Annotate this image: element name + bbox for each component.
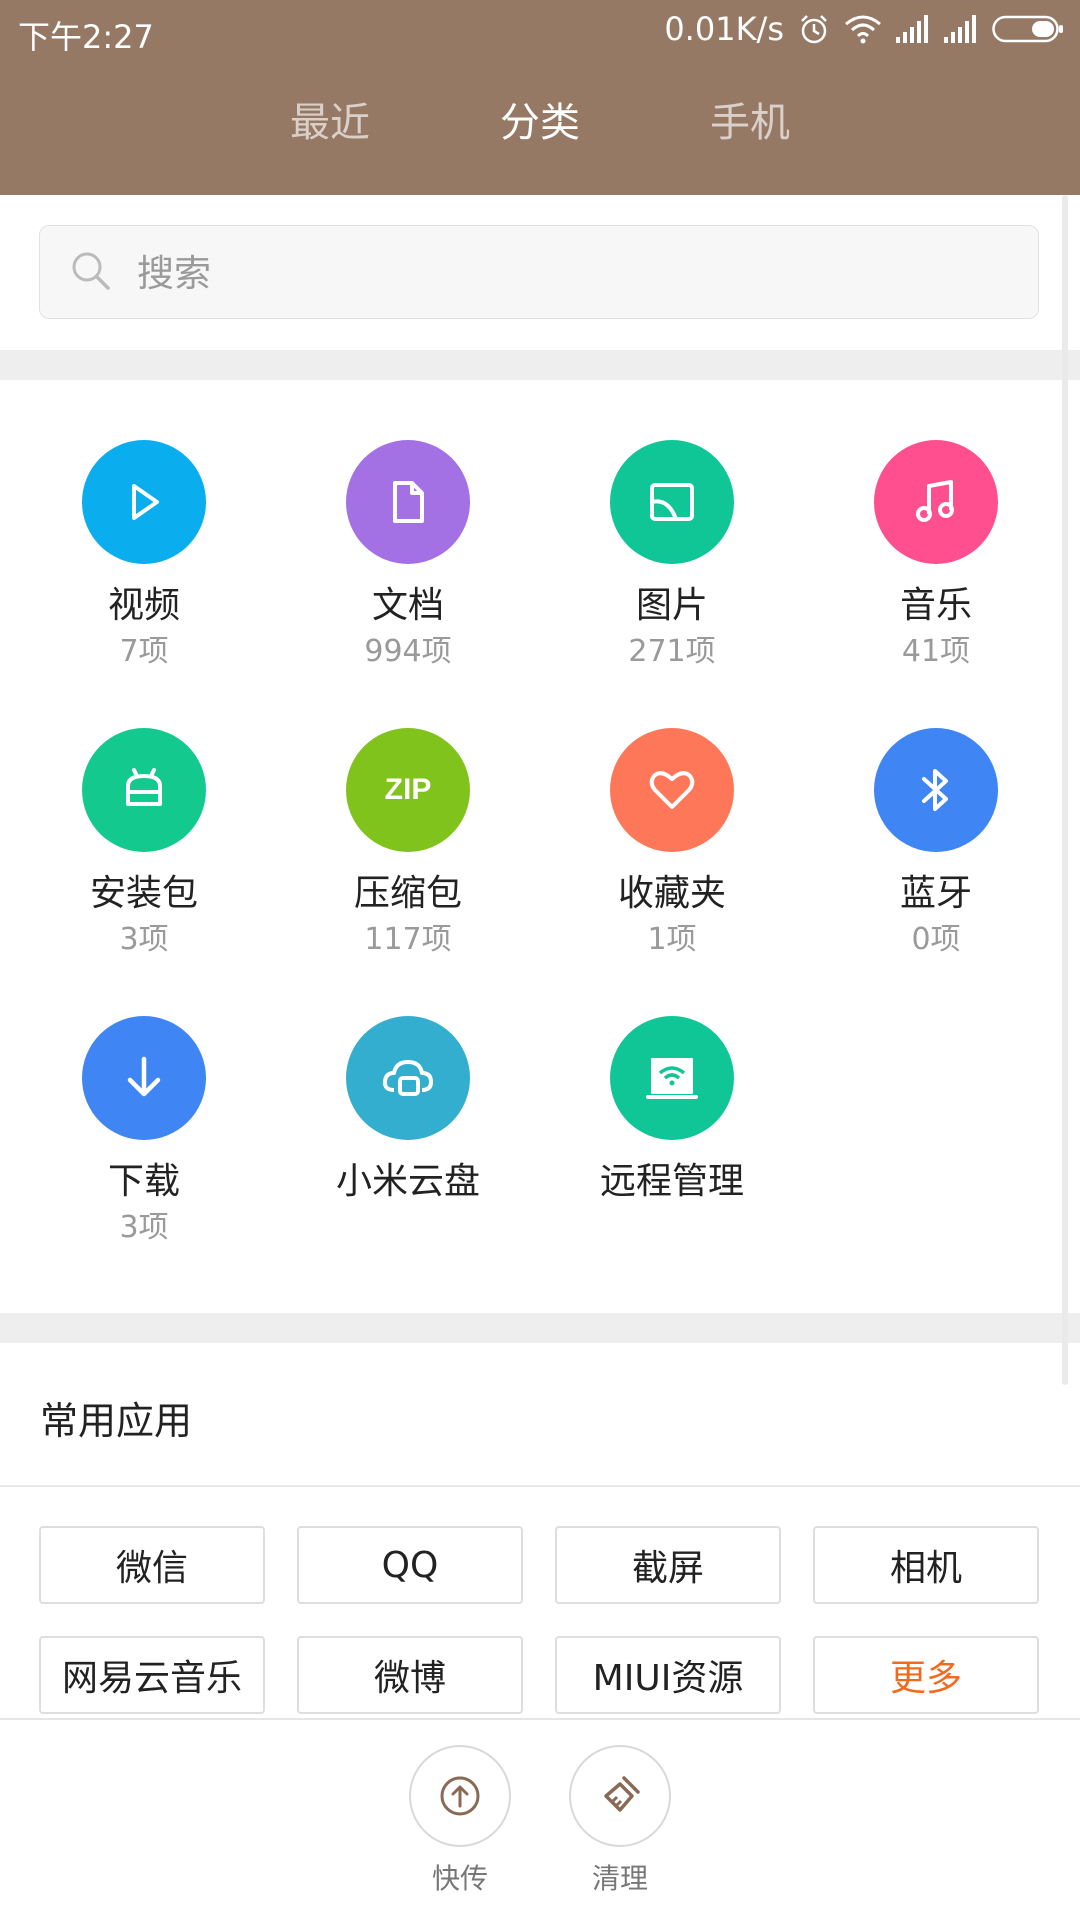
category-favorites[interactable]: 收藏夹 1项 (540, 728, 804, 960)
remote-wifi-icon (610, 1016, 734, 1140)
battery-icon (992, 14, 1064, 44)
category-video[interactable]: 视频 7项 (12, 440, 276, 672)
app-button-qq[interactable]: QQ (297, 1526, 523, 1604)
wifi-icon (844, 14, 882, 44)
cleanup-label: 清理 (591, 1862, 648, 1895)
scrollbar[interactable] (1062, 195, 1068, 1385)
category-remote[interactable]: 远程管理 (540, 1016, 804, 1206)
zip-icon: ZIP (346, 728, 470, 852)
category-name: 压缩包 (353, 873, 462, 914)
category-name: 下载 (107, 1161, 180, 1202)
zip-icon-text: ZIP (384, 773, 432, 806)
broom-icon (604, 1776, 640, 1812)
image-icon (610, 440, 734, 564)
app-button-camera[interactable]: 相机 (813, 1526, 1039, 1604)
quick-transfer-label: 快传 (431, 1862, 488, 1895)
category-images[interactable]: 图片 271项 (540, 440, 804, 672)
category-name: 收藏夹 (617, 873, 726, 914)
android-icon (82, 728, 206, 852)
upload-icon (440, 1776, 480, 1816)
section-divider (0, 350, 1080, 380)
category-grid: 视频 7项 文档 994项 图片 271项 音乐 41项 安装包 3项 ZIP (0, 380, 1080, 1310)
category-count: 117项 (364, 922, 452, 957)
category-name: 远程管理 (599, 1161, 744, 1202)
heart-icon (610, 728, 734, 852)
section-divider (0, 1313, 1080, 1343)
category-name: 文档 (371, 585, 444, 626)
category-name: 蓝牙 (899, 873, 972, 914)
cleanup-action[interactable]: 清理 (567, 1745, 673, 1897)
tab-category[interactable]: 分类 (460, 90, 620, 148)
category-name: 小米云盘 (335, 1161, 480, 1202)
app-button-wechat[interactable]: 微信 (39, 1526, 265, 1604)
category-count: 994项 (364, 634, 452, 669)
search-icon (70, 250, 112, 296)
category-name: 视频 (107, 585, 180, 626)
document-icon (346, 440, 470, 564)
download-icon (82, 1016, 206, 1140)
search-input[interactable] (135, 226, 999, 320)
category-count: 0项 (911, 922, 961, 957)
tab-recent[interactable]: 最近 (250, 90, 410, 148)
status-bar: 下午2:27 0.01K/s (0, 0, 1080, 60)
app-button-netease-music[interactable]: 网易云音乐 (39, 1636, 265, 1714)
play-icon (82, 440, 206, 564)
cloud-icon (346, 1016, 470, 1140)
category-name: 安装包 (89, 873, 198, 914)
app-button-miui-resources[interactable]: MIUI资源 (555, 1636, 781, 1714)
category-zip[interactable]: ZIP 压缩包 117项 (276, 728, 540, 960)
header: 下午2:27 0.01K/s 最近 分类 手机 (0, 0, 1080, 195)
app-button-screenshot[interactable]: 截屏 (555, 1526, 781, 1604)
category-cloud-drive[interactable]: 小米云盘 (276, 1016, 540, 1206)
app-button-more[interactable]: 更多 (813, 1636, 1039, 1714)
category-count: 1项 (647, 922, 697, 957)
category-count: 271项 (628, 634, 716, 669)
apps-divider (0, 1485, 1080, 1487)
tab-bar: 最近 分类 手机 (0, 90, 1080, 170)
signal-icon-1 (896, 15, 930, 43)
music-icon (874, 440, 998, 564)
bottom-divider (0, 1718, 1080, 1720)
category-downloads[interactable]: 下载 3项 (12, 1016, 276, 1248)
category-count: 3项 (119, 1210, 169, 1245)
tab-phone[interactable]: 手机 (670, 90, 830, 148)
search-box[interactable] (39, 225, 1039, 320)
quick-transfer-button[interactable] (409, 1745, 511, 1847)
cleanup-button[interactable] (569, 1745, 671, 1847)
category-count: 7项 (119, 634, 169, 669)
category-music[interactable]: 音乐 41项 (804, 440, 1068, 672)
alarm-icon (798, 13, 830, 45)
category-documents[interactable]: 文档 994项 (276, 440, 540, 672)
category-name: 音乐 (899, 585, 972, 626)
category-apk[interactable]: 安装包 3项 (12, 728, 276, 960)
apps-section-title: 常用应用 (40, 1399, 193, 1443)
signal-icon-2 (944, 15, 978, 43)
category-bluetooth[interactable]: 蓝牙 0项 (804, 728, 1068, 960)
category-count: 3项 (119, 922, 169, 957)
quick-transfer-action[interactable]: 快传 (407, 1745, 513, 1897)
status-icons: 0.01K/s (664, 10, 1064, 48)
bluetooth-icon (874, 728, 998, 852)
network-speed: 0.01K/s (664, 10, 784, 48)
status-time: 下午2:27 (18, 18, 154, 56)
category-name: 图片 (635, 585, 708, 626)
category-count: 41项 (901, 634, 971, 669)
app-button-weibo[interactable]: 微博 (297, 1636, 523, 1714)
